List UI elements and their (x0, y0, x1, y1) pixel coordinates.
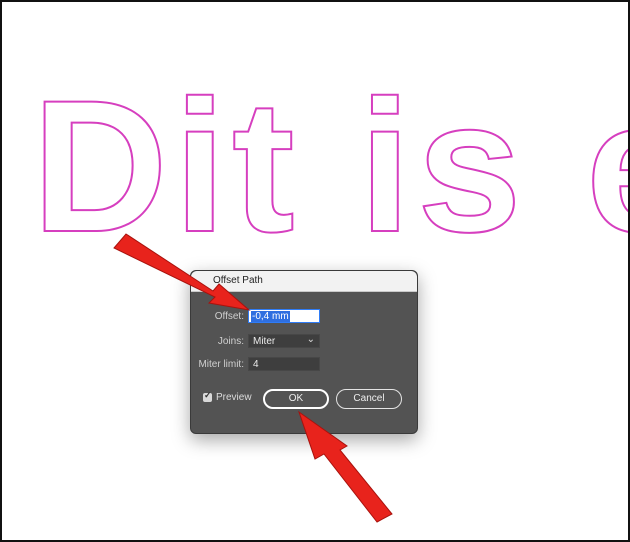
arrow-to-ok-icon (298, 410, 393, 523)
annotation-arrows (113, 233, 393, 523)
arrow-to-offset-icon (113, 233, 251, 311)
image-frame: Dit is e Offset Path Offset: -0,4 mm Joi… (0, 0, 630, 542)
